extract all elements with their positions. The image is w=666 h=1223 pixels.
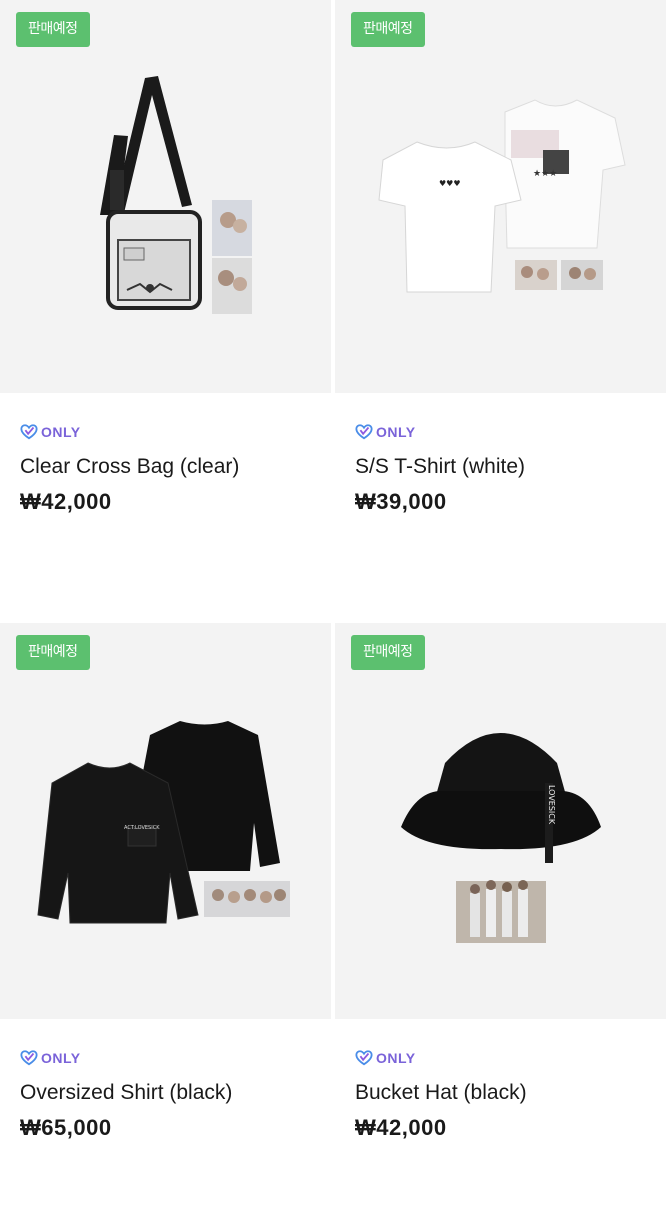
heart-logo-icon: [20, 424, 38, 440]
product-price: ₩42,000: [355, 1115, 447, 1140]
product-thumbnail[interactable]: LOVESICK 판매예정: [335, 623, 666, 1019]
heart-logo-icon: [355, 1050, 373, 1066]
product-card[interactable]: ACT:LOVESICK 판매예정 ONLY Oversized Shirt (…: [0, 623, 331, 1223]
pre-sale-badge: 판매예정: [351, 12, 425, 47]
only-label: ONLY: [41, 1050, 81, 1066]
product-thumbnail[interactable]: 판매예정: [0, 0, 331, 393]
only-tag: ONLY: [20, 422, 320, 442]
only-label: ONLY: [376, 1050, 416, 1066]
product-name[interactable]: Clear Cross Bag (clear): [20, 455, 320, 479]
tshirt-image: ★★★ ♥♥♥: [378, 99, 626, 293]
product-name[interactable]: S/S T-Shirt (white): [355, 455, 655, 479]
only-tag: ONLY: [355, 1048, 655, 1068]
only-tag: ONLY: [20, 1048, 320, 1068]
svg-text:♥♥♥: ♥♥♥: [439, 179, 461, 188]
product-name[interactable]: Bucket Hat (black): [355, 1081, 655, 1105]
product-name[interactable]: Oversized Shirt (black): [20, 1081, 320, 1105]
cross-bag-image: [100, 76, 252, 314]
product-grid: 판매예정 ONLY Clear Cross Bag (clear) ₩42,00…: [0, 0, 666, 1223]
product-card[interactable]: ★★★ ♥♥♥ 판매예정 ONLY S/S T-Shirt (white) ₩3…: [335, 0, 666, 600]
product-info: ONLY Clear Cross Bag (clear) ₩42,000: [20, 422, 320, 515]
product-price: ₩65,000: [20, 1115, 112, 1140]
shirt-image: ACT:LOVESICK: [37, 721, 290, 924]
product-price: ₩42,000: [20, 489, 112, 514]
svg-text:★★★: ★★★: [533, 169, 557, 179]
pre-sale-badge: 판매예정: [16, 635, 90, 670]
svg-text:LOVESICK: LOVESICK: [547, 785, 556, 825]
pre-sale-badge: 판매예정: [351, 635, 425, 670]
pre-sale-badge: 판매예정: [16, 12, 90, 47]
only-tag: ONLY: [355, 422, 655, 442]
product-info: ONLY S/S T-Shirt (white) ₩39,000: [355, 422, 655, 515]
product-card[interactable]: 판매예정 ONLY Clear Cross Bag (clear) ₩42,00…: [0, 0, 331, 600]
product-price: ₩39,000: [355, 489, 447, 514]
product-info: ONLY Bucket Hat (black) ₩42,000: [355, 1048, 655, 1141]
heart-logo-icon: [20, 1050, 38, 1066]
heart-logo-icon: [355, 424, 373, 440]
product-thumbnail[interactable]: ACT:LOVESICK 판매예정: [0, 623, 331, 1019]
product-card[interactable]: LOVESICK 판매예정 ONLY Bucket Hat (black) ₩4…: [335, 623, 666, 1223]
svg-text:ACT:LOVESICK: ACT:LOVESICK: [124, 825, 160, 831]
only-label: ONLY: [376, 424, 416, 440]
only-label: ONLY: [41, 424, 81, 440]
bucket-hat-image: LOVESICK: [401, 733, 601, 943]
product-thumbnail[interactable]: ★★★ ♥♥♥ 판매예정: [335, 0, 666, 393]
product-info: ONLY Oversized Shirt (black) ₩65,000: [20, 1048, 320, 1141]
